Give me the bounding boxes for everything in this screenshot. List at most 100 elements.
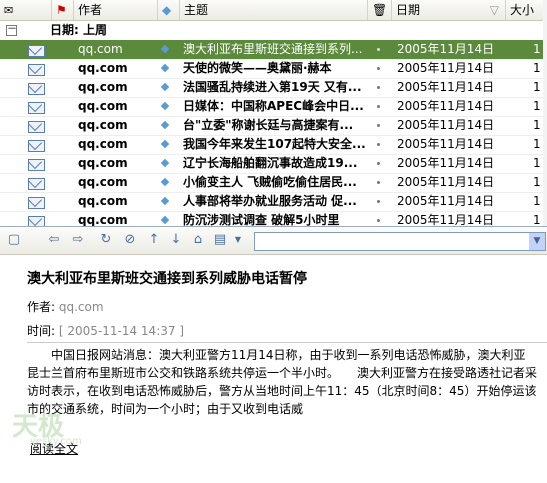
column-date[interactable]: 日期 ▽ bbox=[392, 0, 506, 20]
dot-icon bbox=[377, 67, 380, 70]
message-date: 2005年11月14日 bbox=[397, 118, 495, 132]
sort-arrow-icon: ▽ bbox=[489, 3, 499, 17]
column-from[interactable]: 作者 bbox=[74, 0, 158, 20]
message-from: qq.com bbox=[78, 175, 128, 189]
envelope-icon: ✉ bbox=[4, 4, 14, 17]
column-envelope[interactable]: ✉ bbox=[0, 0, 52, 20]
article-preview: 澳大利亚布里斯班交通接到系列威胁电话暂停 作者: qq.com 时间: [ 20… bbox=[0, 256, 547, 483]
author-label: 作者: bbox=[27, 300, 56, 314]
table-row[interactable]: qq.com法国骚乱持续进入第19天 又有...2005年11月14日1 K bbox=[0, 78, 547, 98]
message-date: 2005年11月14日 bbox=[397, 194, 495, 208]
time-label: 时间: bbox=[27, 324, 56, 338]
column-size[interactable]: 大小 bbox=[506, 0, 547, 20]
author-value: qq.com bbox=[58, 300, 104, 314]
envelope-icon bbox=[28, 159, 45, 171]
column-flag[interactable]: ⚑ bbox=[52, 0, 74, 20]
table-row[interactable]: qq.com台"立委"称谢长廷与高捷案有...2005年11月14日1 K bbox=[0, 116, 547, 136]
column-subject[interactable]: 主题 bbox=[180, 0, 368, 20]
message-date: 2005年11月14日 bbox=[397, 213, 495, 227]
dropdown-arrow-icon[interactable]: ▼ bbox=[230, 232, 246, 248]
table-row[interactable]: qq.com天使的微笑——奥黛丽·赫本2005年11月14日1 K bbox=[0, 59, 547, 79]
trash-icon: 🗑 bbox=[372, 3, 388, 17]
address-bar[interactable]: ▼ bbox=[254, 232, 546, 251]
document-icon[interactable]: ▤ bbox=[212, 232, 228, 248]
preview-toolbar: ▢ ⇦ ⇨ ↻ ⊘ ↑ ↓ ⌂ ▤ ▼ ▼ bbox=[0, 228, 547, 255]
message-subject: 法国骚乱持续进入第19天 又有... bbox=[183, 80, 362, 94]
message-from: qq.com bbox=[78, 80, 128, 94]
table-row[interactable]: qq.com人事部将举办就业服务活动 促...2005年11月14日1 K bbox=[0, 192, 547, 212]
column-watch[interactable]: ◆ bbox=[158, 0, 180, 20]
envelope-icon bbox=[28, 216, 45, 226]
list-scrollbar[interactable] bbox=[543, 0, 547, 226]
group-header[interactable]: － 日期: 上周 bbox=[0, 21, 547, 39]
article-title: 澳大利亚布里斯班交通接到系列威胁电话暂停 bbox=[27, 271, 307, 287]
message-from: qq.com bbox=[78, 156, 128, 170]
dot-icon bbox=[377, 219, 380, 222]
message-date: 2005年11月14日 bbox=[397, 80, 495, 94]
watch-diamond-icon[interactable] bbox=[160, 120, 170, 130]
home-icon[interactable]: ⌂ bbox=[190, 232, 206, 248]
dot-icon bbox=[377, 105, 380, 108]
table-row[interactable]: qq.com辽宁长海船舶翻沉事故造成19...2005年11月14日1 K bbox=[0, 154, 547, 174]
flag-icon: ⚑ bbox=[56, 3, 67, 17]
message-subject: 天使的微笑——奥黛丽·赫本 bbox=[183, 61, 332, 75]
up-arrow-icon[interactable]: ↑ bbox=[146, 232, 162, 248]
article-time: 时间: [ 2005-11-14 14:37 ] bbox=[27, 322, 184, 339]
message-subject: 台"立委"称谢长廷与高捷案有... bbox=[183, 118, 354, 132]
watch-diamond-icon[interactable] bbox=[160, 177, 170, 187]
message-from: qq.com bbox=[78, 61, 128, 75]
watch-diamond-icon[interactable] bbox=[160, 63, 170, 73]
watch-diamond-icon[interactable] bbox=[160, 101, 170, 111]
envelope-icon bbox=[28, 83, 45, 95]
message-date: 2005年11月14日 bbox=[397, 137, 495, 151]
message-subject: 澳大利亚布里斯班交通接到系列... bbox=[183, 42, 363, 56]
envelope-icon bbox=[28, 121, 45, 133]
article-body: 中国日报网站消息：澳大利亚警方11月14日称，由于收到一系列电话恐怖威胁，澳大利… bbox=[27, 348, 538, 416]
column-delete[interactable]: 🗑 bbox=[368, 0, 392, 20]
column-header: ✉ ⚑ 作者 ◆ 主题 🗑 日期 ▽ 大小 bbox=[0, 0, 547, 21]
message-subject: 人事部将举办就业服务活动 促... bbox=[183, 194, 357, 208]
table-row[interactable]: qq.com我国今年来发生107起特大安全...2005年11月14日1 K bbox=[0, 135, 547, 155]
dot-icon bbox=[377, 86, 380, 89]
envelope-icon bbox=[28, 45, 45, 57]
refresh-icon[interactable]: ↻ bbox=[98, 232, 114, 248]
dot-icon bbox=[377, 200, 380, 203]
message-date: 2005年11月14日 bbox=[397, 42, 495, 56]
watch-diamond-icon[interactable] bbox=[160, 215, 170, 225]
message-subject: 防沉涉测试调查 破解5小时里 bbox=[183, 213, 340, 227]
diamond-icon: ◆ bbox=[162, 3, 172, 17]
dot-icon bbox=[377, 48, 380, 51]
group-label: 日期: 上周 bbox=[50, 23, 107, 37]
address-dropdown-icon[interactable]: ▼ bbox=[529, 233, 545, 250]
article-author: 作者: qq.com bbox=[27, 298, 104, 315]
message-date: 2005年11月14日 bbox=[397, 61, 495, 75]
message-subject: 小偷变主人 飞贼偷吃偷住居民... bbox=[183, 175, 357, 189]
time-value: [ 2005-11-14 14:37 ] bbox=[58, 324, 185, 338]
table-row[interactable]: qq.com防沉涉测试调查 破解5小时里2005年11月14日1 K bbox=[0, 211, 547, 227]
dot-icon bbox=[377, 162, 380, 165]
message-list: ✉ ⚑ 作者 ◆ 主题 🗑 日期 ▽ 大小 － 日期: 上周 qq.com 澳大利亚… bbox=[0, 0, 547, 227]
message-date: 2005年11月14日 bbox=[397, 175, 495, 189]
forward-arrow-icon[interactable]: ⇨ bbox=[70, 232, 86, 248]
watch-diamond-icon[interactable] bbox=[160, 158, 170, 168]
window-icon[interactable]: ▢ bbox=[6, 232, 22, 248]
down-arrow-icon[interactable]: ↓ bbox=[168, 232, 184, 248]
message-subject: 我国今年来发生107起特大安全... bbox=[183, 137, 366, 151]
message-date: 2005年11月14日 bbox=[397, 99, 495, 113]
read-more-link[interactable]: 阅读全文 bbox=[30, 440, 78, 457]
watch-diamond-icon[interactable] bbox=[160, 139, 170, 149]
envelope-icon bbox=[28, 102, 45, 114]
watch-diamond-icon[interactable] bbox=[160, 196, 170, 206]
envelope-icon bbox=[28, 178, 45, 190]
table-row[interactable]: qq.com 澳大利亚布里斯班交通接到系列... 2005年11月14日 1 bbox=[0, 40, 547, 60]
stop-icon[interactable]: ⊘ bbox=[122, 232, 138, 248]
envelope-icon bbox=[28, 64, 45, 76]
message-from: qq.com bbox=[78, 99, 128, 113]
table-row[interactable]: qq.com小偷变主人 飞贼偷吃偷住居民...2005年11月14日1 K bbox=[0, 173, 547, 193]
table-row[interactable]: qq.com日媒体：中国称APEC峰会中日...2005年11月14日1 K bbox=[0, 97, 547, 117]
back-arrow-icon[interactable]: ⇦ bbox=[46, 232, 62, 248]
watch-diamond-icon[interactable] bbox=[160, 44, 170, 54]
watch-diamond-icon[interactable] bbox=[160, 82, 170, 92]
collapse-toggle[interactable]: － bbox=[6, 25, 17, 36]
dot-icon bbox=[377, 124, 380, 127]
